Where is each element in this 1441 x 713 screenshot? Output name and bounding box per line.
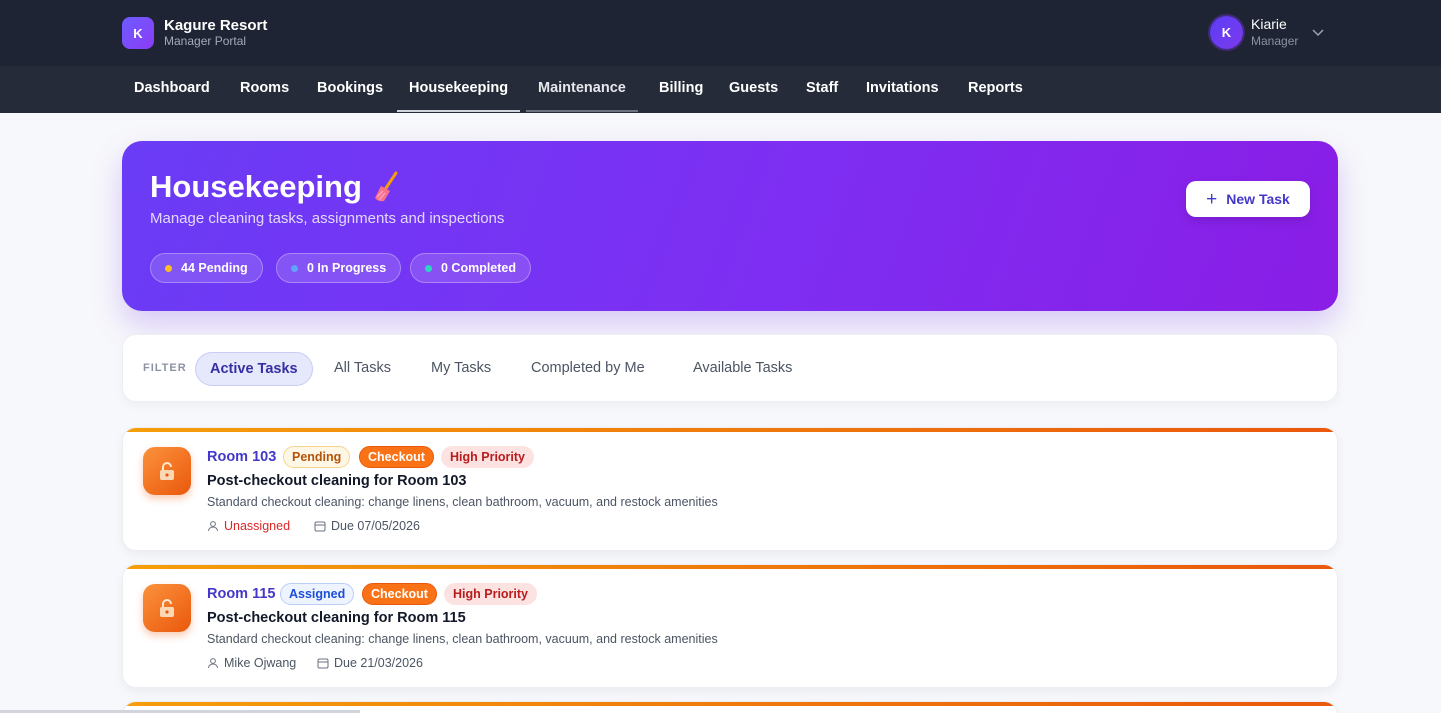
task-due-date: Due 07/05/2026 (314, 519, 420, 533)
filter-tab-my-tasks[interactable]: My Tasks (417, 352, 505, 386)
main-nav: Dashboard Rooms Bookings Housekeeping Ma… (0, 66, 1441, 113)
task-title: Post-checkout cleaning for Room 115 (207, 610, 466, 626)
filter-tab-all-tasks[interactable]: All Tasks (320, 352, 405, 386)
stat-completed: 0 Completed (410, 253, 532, 283)
stat-in-progress: 0 In Progress (276, 253, 402, 283)
nav-staff[interactable]: Staff (806, 66, 838, 113)
nav-billing[interactable]: Billing (659, 66, 703, 113)
chevron-down-icon[interactable] (1312, 26, 1324, 40)
type-badge: Checkout (359, 446, 434, 468)
stat-pending: 44 Pending (150, 253, 263, 283)
filter-tab-completed-by-me[interactable]: Completed by Me (517, 352, 659, 386)
user-icon (208, 521, 218, 532)
user-role: Manager (1251, 34, 1299, 48)
status-dot (291, 264, 298, 272)
brand-name: Kagure Resort (164, 17, 268, 34)
nav-dashboard[interactable]: Dashboard (134, 66, 210, 113)
status-dot (165, 264, 172, 272)
priority-badge: High Priority (444, 583, 538, 605)
broom-icon (374, 171, 398, 202)
brand-subtitle: Manager Portal (164, 34, 247, 48)
filter-tab-active-tasks[interactable]: Active Tasks (195, 352, 313, 386)
task-assignee: Unassigned (207, 519, 290, 533)
calendar-icon (314, 521, 326, 532)
brand[interactable]: K Kagure Resort Manager Portal (122, 17, 267, 49)
nav-invitations[interactable]: Invitations (866, 66, 939, 113)
status-dot (425, 264, 432, 272)
nav-reports[interactable]: Reports (968, 66, 1023, 113)
page-title: Housekeeping (150, 169, 362, 204)
calendar-icon (317, 658, 329, 669)
brand-logo: K (122, 17, 154, 49)
user-menu[interactable]: K Kiarie Manager (1210, 16, 1324, 49)
new-task-button[interactable]: + New Task (1186, 181, 1310, 217)
filter-label: FILTER (143, 362, 187, 374)
task-room[interactable]: Room 103 (207, 449, 276, 465)
filter-bar: FILTER Active Tasks All Tasks My Tasks C… (122, 334, 1338, 402)
nav-rooms[interactable]: Rooms (240, 66, 289, 113)
nav-bookings[interactable]: Bookings (317, 66, 383, 113)
top-bar: K Kagure Resort Manager Portal K Kiarie … (0, 0, 1441, 66)
task-card[interactable]: Room 103 Pending Checkout High Priority … (122, 427, 1338, 551)
unlock-icon (143, 447, 191, 495)
type-badge: Checkout (362, 583, 437, 605)
user-name: Kiarie (1251, 16, 1287, 32)
avatar: K (1210, 16, 1243, 49)
plus-icon: + (1206, 188, 1218, 210)
task-description: Standard checkout cleaning: change linen… (207, 495, 718, 509)
page-header: Housekeeping Manage cleaning tasks, assi… (122, 141, 1338, 311)
task-description: Standard checkout cleaning: change linen… (207, 632, 718, 646)
task-title: Post-checkout cleaning for Room 103 (207, 473, 467, 489)
task-room[interactable]: Room 115 (207, 586, 276, 602)
user-icon (208, 658, 218, 669)
task-due-date: Due 21/03/2026 (317, 656, 423, 670)
nav-guests[interactable]: Guests (729, 66, 778, 113)
status-badge: Pending (283, 446, 351, 468)
status-badge: Assigned (280, 583, 355, 605)
nav-maintenance[interactable]: Maintenance (526, 66, 638, 113)
task-assignee: Mike Ojwang (207, 656, 296, 670)
unlock-icon (143, 584, 191, 632)
priority-badge: High Priority (441, 446, 535, 468)
page-subtitle: Manage cleaning tasks, assignments and i… (150, 210, 505, 227)
nav-housekeeping[interactable]: Housekeeping (396, 66, 521, 113)
task-card[interactable]: Room 115 Assigned Checkout High Priority… (122, 564, 1338, 688)
filter-tab-available-tasks[interactable]: Available Tasks (679, 352, 806, 386)
